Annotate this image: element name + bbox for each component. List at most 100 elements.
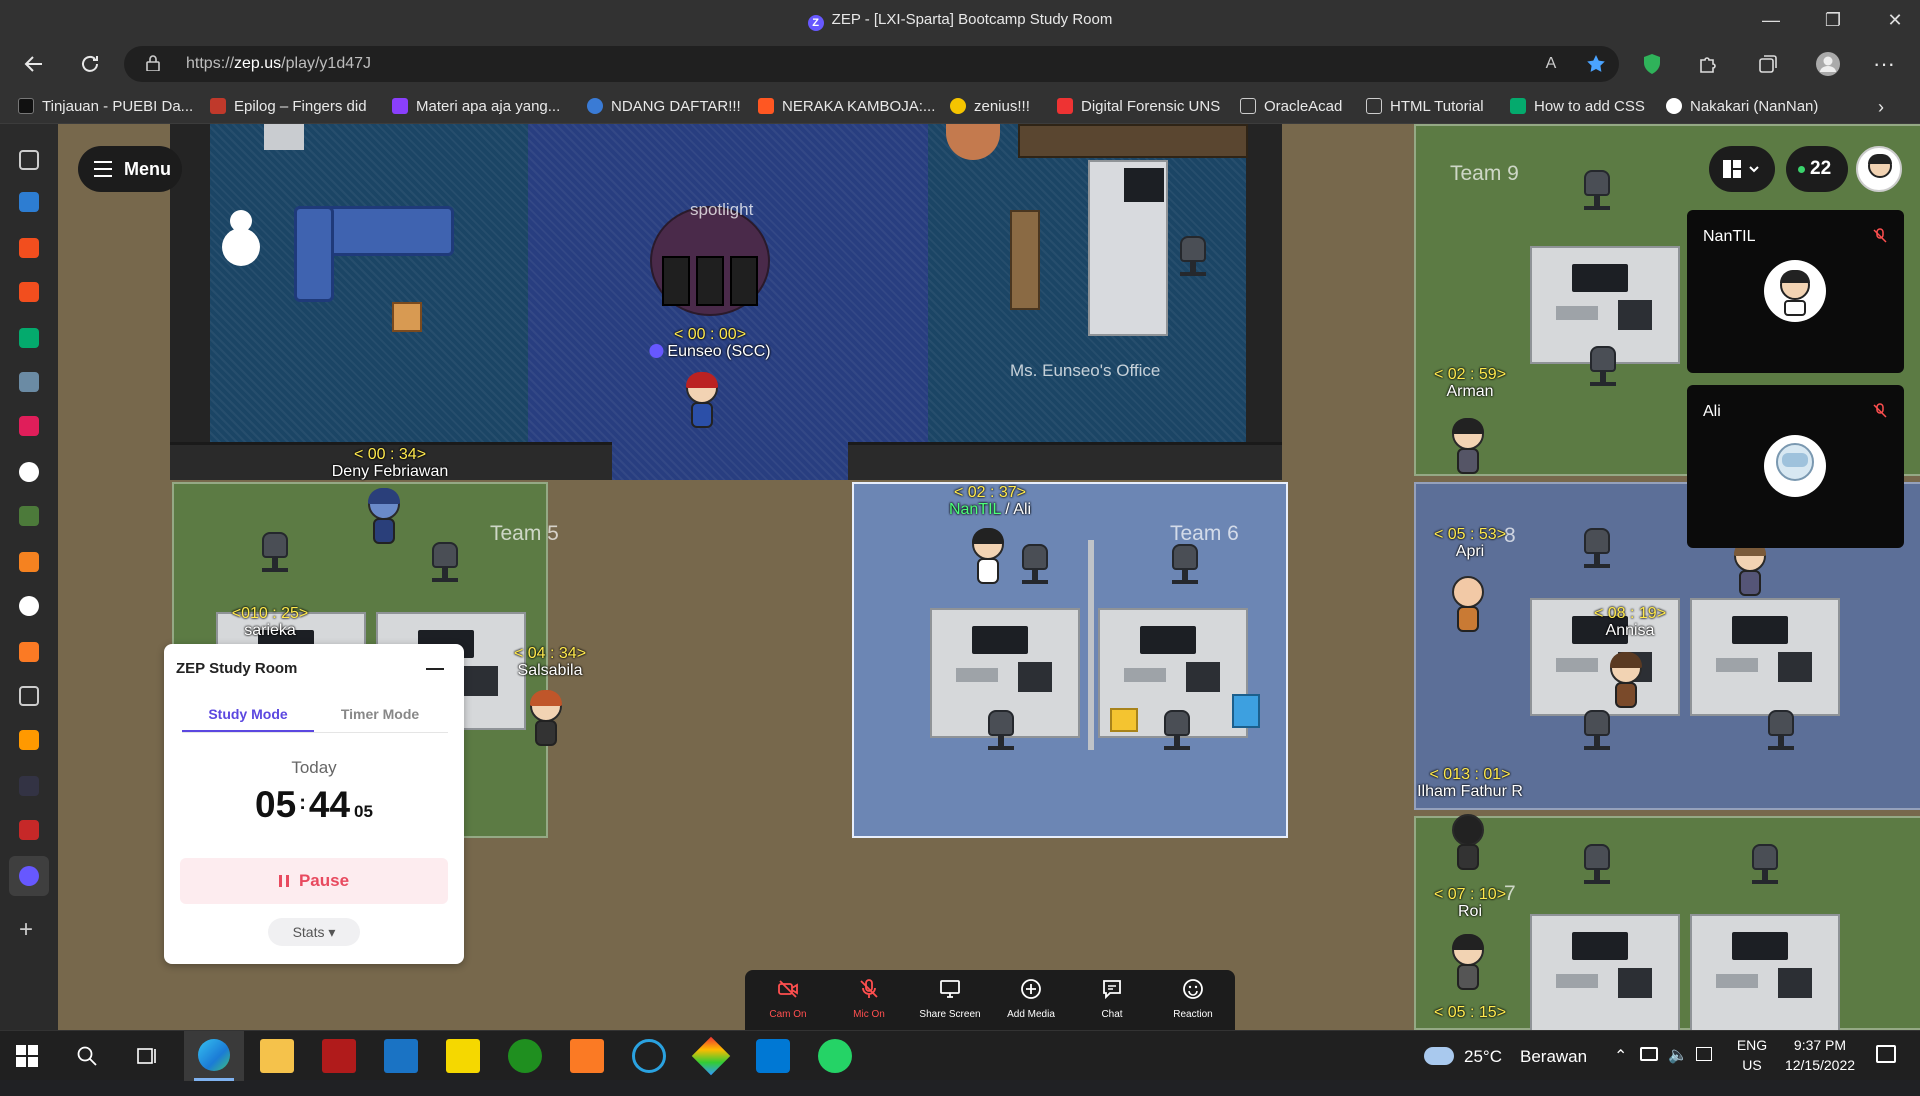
app-icon[interactable] xyxy=(19,730,39,750)
bookmarks-overflow-chevron-icon[interactable]: › xyxy=(1878,96,1884,118)
share-screen-button[interactable]: Share Screen xyxy=(915,978,985,1024)
add-sidebar-icon[interactable]: + xyxy=(19,916,33,944)
bookmark-item[interactable]: Tinjauan - PUEBI Da... xyxy=(18,96,193,118)
xampp-icon[interactable] xyxy=(19,642,39,662)
player-label: <010 : 25> sarieka xyxy=(231,605,309,639)
player-label: < 013 : 01> Ilham Fathur R xyxy=(1417,766,1523,800)
add-media-button[interactable]: Add Media xyxy=(996,978,1066,1024)
profile-icon[interactable] xyxy=(1812,48,1844,80)
anaconda-icon[interactable] xyxy=(632,1039,666,1073)
player-avatar[interactable] xyxy=(526,690,566,752)
team9-label: Team 9 xyxy=(1450,162,1519,185)
app-icon[interactable] xyxy=(322,1039,356,1073)
cam-toggle-button[interactable]: Cam On xyxy=(753,978,823,1024)
figma-icon[interactable] xyxy=(19,282,39,302)
vscode-icon[interactable] xyxy=(756,1039,790,1073)
player-avatar[interactable] xyxy=(364,488,404,550)
reaction-button[interactable]: Reaction xyxy=(1158,978,1228,1024)
player-avatar[interactable] xyxy=(968,528,1008,590)
favorite-star-icon[interactable] xyxy=(1584,52,1608,76)
volume-icon[interactable]: 🔈 xyxy=(1668,1045,1688,1095)
player-avatar[interactable] xyxy=(1448,814,1488,876)
reload-button[interactable] xyxy=(74,48,106,80)
app-icon[interactable] xyxy=(19,372,39,392)
notifications-icon[interactable] xyxy=(1876,1045,1896,1063)
player-avatar[interactable] xyxy=(1730,540,1770,602)
player-avatar[interactable] xyxy=(1448,576,1488,638)
taskbar-edge-active[interactable] xyxy=(184,1031,244,1081)
bookmark-item[interactable]: NDANG DAFTAR!!! xyxy=(587,96,741,118)
tray-overflow-chevron-icon[interactable]: ⌃ xyxy=(1614,1046,1627,1096)
app-shield-icon[interactable] xyxy=(19,506,39,526)
chair xyxy=(984,710,1018,752)
whatsapp-icon[interactable] xyxy=(818,1039,852,1073)
my-avatar-button[interactable] xyxy=(1856,146,1902,192)
player-avatar[interactable] xyxy=(1606,652,1646,714)
desk xyxy=(1690,914,1840,1030)
layout-toggle-button[interactable] xyxy=(1709,146,1775,192)
more-options-icon[interactable]: ··· xyxy=(1868,48,1900,80)
globe-icon xyxy=(587,98,603,114)
mic-toggle-button[interactable]: Mic On xyxy=(834,978,904,1024)
bookmark-item[interactable]: Epilog – Fingers did xyxy=(210,96,367,118)
stats-dropdown[interactable]: Stats ▾ xyxy=(268,918,360,946)
page-icon[interactable] xyxy=(19,686,39,706)
slack-icon[interactable] xyxy=(19,416,39,436)
network-icon[interactable] xyxy=(1696,1047,1712,1061)
app-6-icon[interactable] xyxy=(19,192,39,212)
bookmark-item[interactable]: Digital Forensic UNS xyxy=(1057,96,1220,118)
player-avatar[interactable] xyxy=(1448,934,1488,996)
sticky-notes-icon[interactable] xyxy=(446,1039,480,1073)
figma-desktop-icon[interactable] xyxy=(691,1036,731,1076)
language-indicator[interactable]: ENG US xyxy=(1732,1031,1772,1081)
chat-button[interactable]: Chat xyxy=(1077,978,1147,1024)
read-aloud-icon[interactable]: A xyxy=(1539,52,1563,76)
tab-actions-icon[interactable] xyxy=(19,150,39,170)
chair xyxy=(428,542,462,584)
bookmark-item[interactable]: How to add CSS xyxy=(1510,96,1645,118)
windows-start-icon[interactable] xyxy=(16,1045,38,1067)
github-icon[interactable] xyxy=(19,462,39,482)
codewars-icon[interactable] xyxy=(19,820,39,840)
minimize-button[interactable]: — xyxy=(1756,6,1786,34)
pause-button[interactable]: Pause xyxy=(180,858,448,904)
bookmark-item[interactable]: Nakakari (NanNan) xyxy=(1666,96,1818,118)
tab-timer-mode[interactable]: Timer Mode xyxy=(314,706,446,732)
close-window-button[interactable]: ✕ xyxy=(1880,6,1910,34)
app-icon[interactable] xyxy=(19,552,39,572)
search-icon[interactable] xyxy=(19,776,39,796)
address-bar[interactable]: https://zep.us/play/y1d47J A xyxy=(124,46,1619,82)
user-count-button[interactable]: 22 xyxy=(1786,146,1848,192)
search-icon[interactable] xyxy=(76,1045,98,1067)
bookmark-item[interactable]: zenius!!! xyxy=(950,96,1030,118)
player-avatar[interactable] xyxy=(1448,418,1488,480)
battery-icon[interactable] xyxy=(1640,1047,1658,1061)
minimize-panel-button[interactable] xyxy=(426,668,444,670)
video-tile[interactable]: NanTIL xyxy=(1687,210,1904,373)
bookmarks-bar: Tinjauan - PUEBI Da... Epilog – Fingers … xyxy=(0,88,1920,124)
zep-sidebar-item[interactable] xyxy=(9,856,49,896)
tab-study-mode[interactable]: Study Mode xyxy=(182,706,314,732)
player-avatar[interactable] xyxy=(682,372,722,434)
bookmark-item[interactable]: NERAKA KAMBOJA:... xyxy=(758,96,935,118)
mail-icon[interactable] xyxy=(384,1039,418,1073)
w3schools-icon[interactable] xyxy=(19,328,39,348)
maximize-button[interactable]: ❐ xyxy=(1818,6,1848,34)
clock[interactable]: 9:37 PM 12/15/2022 xyxy=(1772,1031,1868,1081)
file-explorer-icon[interactable] xyxy=(260,1039,294,1073)
menu-button[interactable]: Menu xyxy=(78,146,182,192)
xampp-icon[interactable] xyxy=(570,1039,604,1073)
bookmark-item[interactable]: OracleAcad xyxy=(1240,96,1342,118)
bookmark-item[interactable]: HTML Tutorial xyxy=(1366,96,1484,118)
collections-icon[interactable] xyxy=(1752,48,1784,80)
xbox-icon[interactable] xyxy=(508,1039,542,1073)
task-view-icon[interactable] xyxy=(136,1045,158,1067)
video-tile[interactable]: Ali xyxy=(1687,385,1904,548)
extensions-puzzle-icon[interactable] xyxy=(1692,48,1724,80)
shield-extension-icon[interactable] xyxy=(1636,48,1668,80)
side-table xyxy=(392,302,422,332)
github-icon[interactable] xyxy=(19,596,39,616)
bookmark-item[interactable]: Materi apa aja yang... xyxy=(392,96,560,118)
back-button[interactable] xyxy=(18,48,50,80)
figma-icon[interactable] xyxy=(19,238,39,258)
